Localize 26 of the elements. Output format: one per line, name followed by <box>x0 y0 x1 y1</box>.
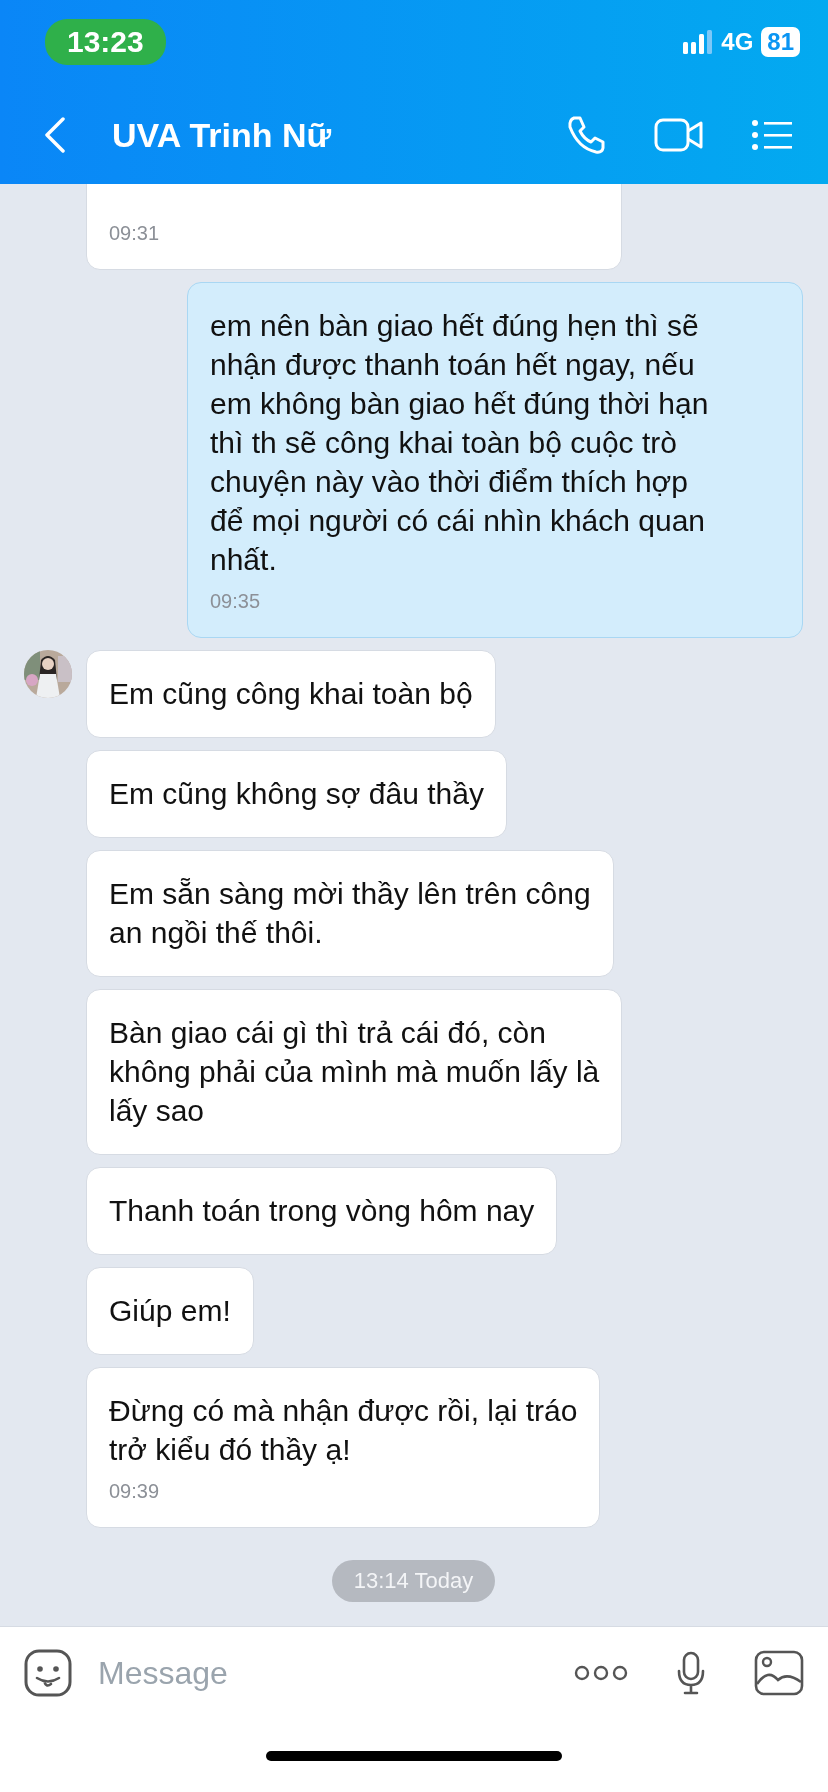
status-time: 13:23 <box>45 19 166 65</box>
image-icon[interactable] <box>754 1650 804 1696</box>
microphone-icon[interactable] <box>676 1651 706 1695</box>
message-text: Bàn giao cái gì thì trả cái đó, còn không phải của mình mà muốn lấy là lấy sao <box>109 1015 600 1129</box>
chat-title: UVA Trinh Nữ <box>112 115 333 155</box>
date-divider: 13:14 Today <box>331 1560 496 1602</box>
message-text: Đừng có mà nhận được rồi, lại tráo trở kiểu đó thầy ạ! <box>109 1393 578 1468</box>
menu-icon[interactable] <box>752 119 792 151</box>
message-text: Thanh toán trong vòng hôm nay <box>109 1193 535 1229</box>
message-time: 09:31 <box>109 221 161 245</box>
message-text: Em sẵn sàng mời thầy lên trên công an ngồi thế thôi. <box>109 876 591 951</box>
battery-level: 81 <box>761 27 800 57</box>
message-text: Em cũng công khai toàn bộ <box>109 676 473 712</box>
sticker-icon[interactable] <box>24 1649 72 1697</box>
signal-icon <box>683 30 714 54</box>
message-text: em nên bàn giao hết đúng hẹn thì sẽ nhận được thanh toán hết ngay, nếu em không bàn giao hết đúng thời hạn thì th sẽ công khai toàn bộ cuộc trò chuyện này vào thời điểm thích hợp để mọi người có cái nhìn khách quan nhất. <box>210 308 710 578</box>
message-time: 09:35 <box>210 589 262 613</box>
more-icon[interactable] <box>574 1664 628 1682</box>
message-time: 09:39 <box>109 1479 161 1503</box>
back-icon[interactable] <box>44 117 66 153</box>
video-call-icon[interactable] <box>654 117 704 153</box>
network-label: 4G <box>721 28 754 56</box>
message-text: Em cũng không sợ đâu thầy <box>109 776 484 812</box>
message-input[interactable]: Message <box>96 1653 550 1693</box>
phone-icon[interactable] <box>566 115 606 155</box>
message-text: Giúp em! <box>109 1293 231 1329</box>
